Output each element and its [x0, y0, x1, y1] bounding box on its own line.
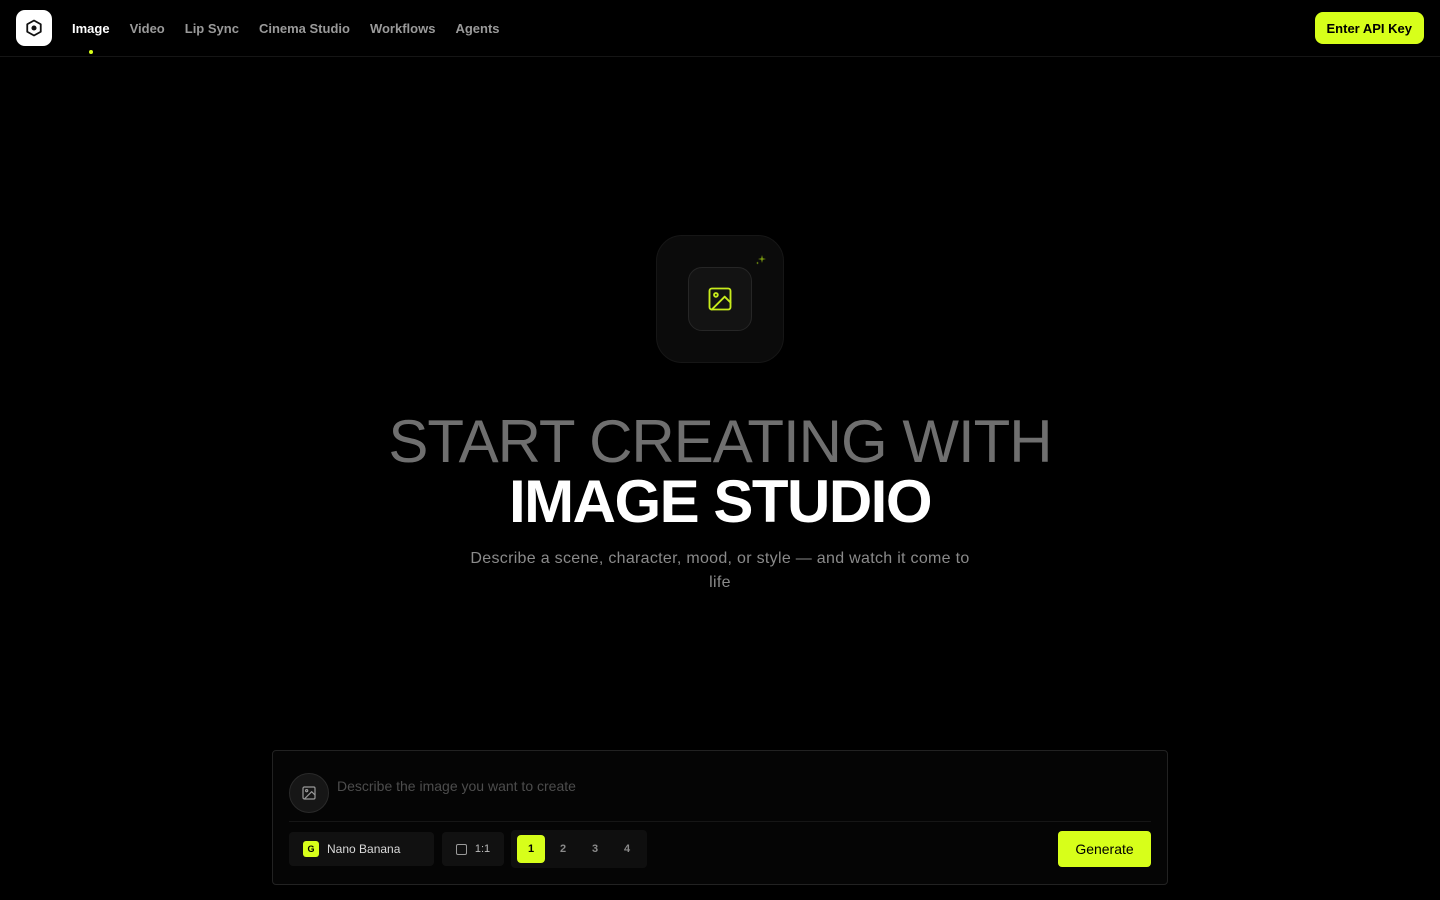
sparkle-icon [756, 255, 766, 265]
nav-item-video[interactable]: Video [130, 0, 165, 56]
count-option-1[interactable]: 1 [517, 835, 545, 863]
app-logo[interactable] [16, 10, 52, 46]
composer-divider [289, 821, 1151, 822]
enter-api-key-button[interactable]: Enter API Key [1314, 12, 1424, 44]
model-selector[interactable]: G Nano Banana [289, 832, 434, 866]
count-option-2[interactable]: 2 [549, 835, 577, 863]
nav-item-image[interactable]: Image [72, 0, 110, 56]
prompt-composer: G Nano Banana 1:1 1 2 3 4 Generate [272, 750, 1168, 885]
hero-title-line-2: IMAGE STUDIO [508, 468, 933, 535]
nav-item-agents[interactable]: Agents [455, 0, 499, 56]
hexagon-camera-icon [26, 19, 42, 37]
hero-title-line-1: START CREATING WITH [388, 408, 1052, 475]
aspect-ratio-selector[interactable]: 1:1 [442, 832, 504, 866]
image-icon [708, 287, 732, 311]
nav-item-lip-sync[interactable]: Lip Sync [185, 0, 239, 56]
model-label: Nano Banana [327, 842, 401, 856]
model-badge: G [303, 841, 319, 857]
nav-item-label: Agents [455, 20, 500, 36]
prompt-input[interactable] [337, 773, 1137, 799]
image-count-selector: 1 2 3 4 [511, 830, 647, 868]
nav-item-label: Video [129, 20, 165, 36]
image-icon [302, 786, 316, 800]
hero-subtitle: Describe a scene, character, mood, or st… [470, 550, 970, 591]
hero-icon-tile [656, 235, 784, 363]
generate-button[interactable]: Generate [1058, 831, 1151, 867]
nav-item-label: Image [72, 20, 110, 36]
attach-image-button[interactable] [289, 773, 329, 813]
square-ratio-icon [455, 843, 467, 855]
hero-icon-inner-tile [688, 267, 752, 331]
nav-item-label: Workflows [369, 20, 436, 36]
nav-item-workflows[interactable]: Workflows [370, 0, 436, 56]
nav-item-label: Lip Sync [184, 20, 239, 36]
nav-item-label: Cinema Studio [258, 20, 350, 36]
nav-item-cinema-studio[interactable]: Cinema Studio [259, 0, 350, 56]
count-option-4[interactable]: 4 [613, 835, 641, 863]
active-indicator-dot [88, 50, 93, 54]
aspect-ratio-label: 1:1 [474, 843, 491, 855]
count-option-3[interactable]: 3 [581, 835, 609, 863]
top-navigation-bar: Image Video Lip Sync Cinema Studio Workf… [0, 0, 1440, 57]
main-nav: Image Video Lip Sync Cinema Studio Workf… [72, 0, 500, 56]
